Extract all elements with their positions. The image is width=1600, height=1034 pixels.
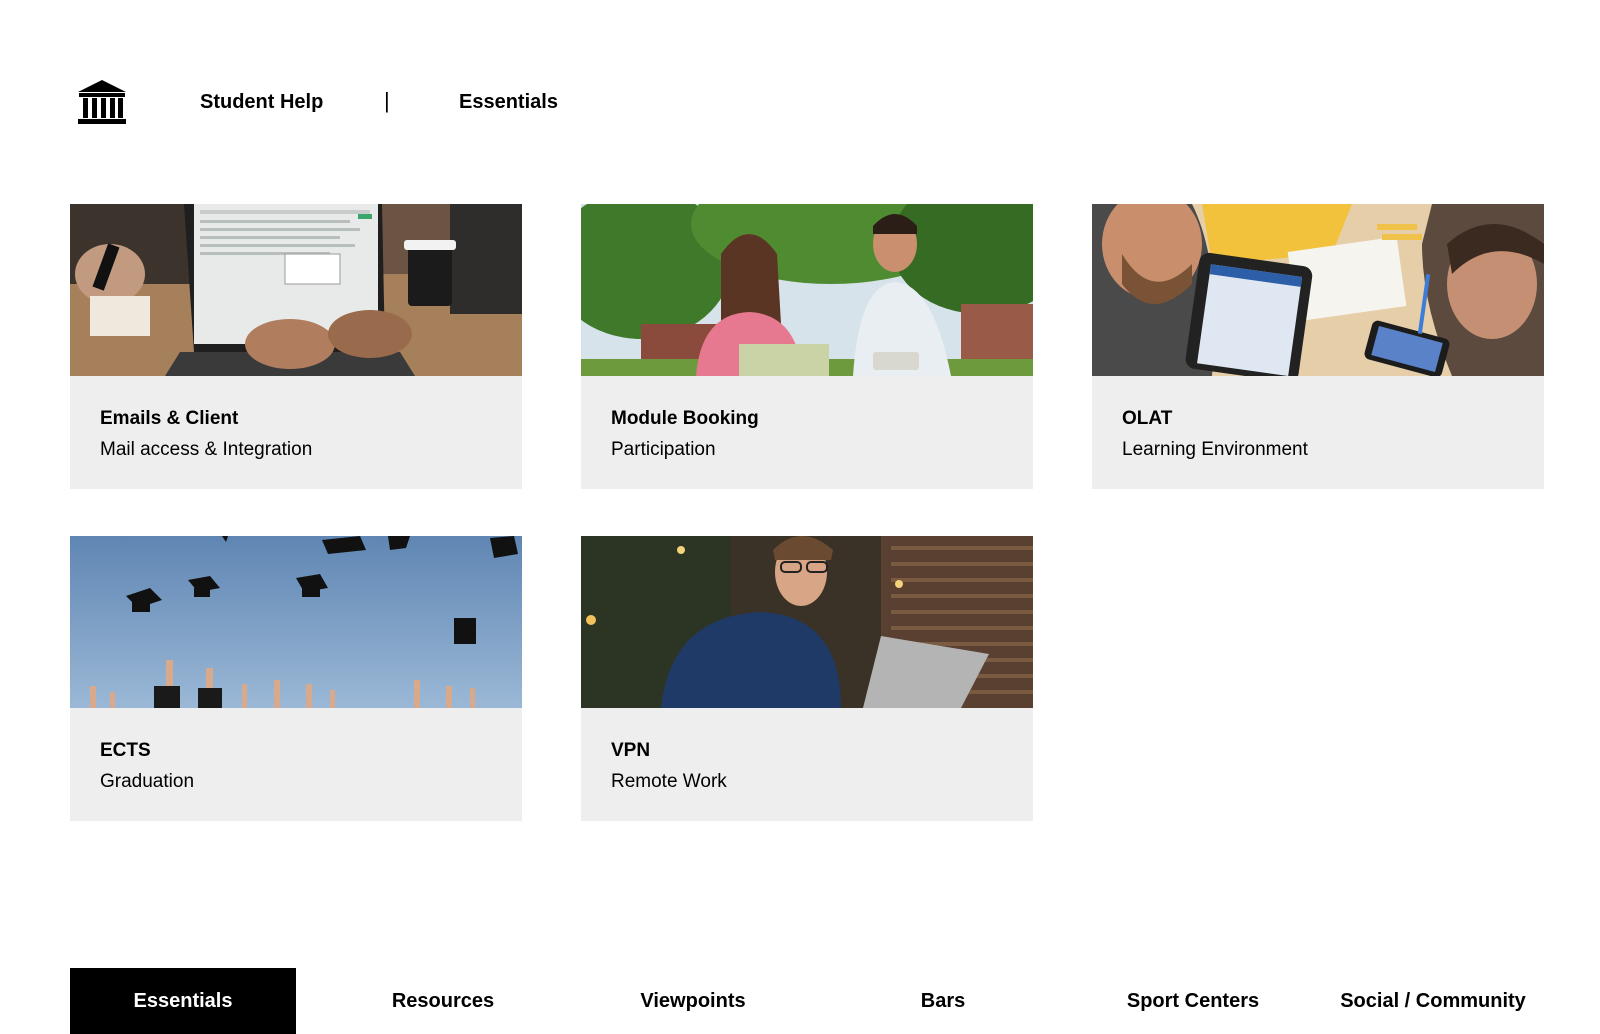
bottom-nav: Essentials Resources Viewpoints Bars Spo… [70,968,1546,1034]
card-subtitle: Learning Environment [1122,439,1308,460]
laptop-email-photo [70,204,522,376]
card-emails-client[interactable]: Emails & Client Mail access & Integratio… [70,204,522,489]
nav-tab-resources[interactable]: Resources [330,968,556,1034]
header-separator: | [384,88,390,113]
card-title: OLAT [1122,408,1173,429]
student-laptop-photo [581,536,1033,708]
graduation-caps-photo [70,536,522,708]
tablet-study-photo [1092,204,1544,376]
students-outdoor-photo [581,204,1033,376]
nav-tab-viewpoints[interactable]: Viewpoints [580,968,806,1034]
card-title: VPN [611,740,651,761]
card-olat[interactable]: OLAT Learning Environment [1092,204,1544,489]
card-vpn[interactable]: VPN Remote Work [581,536,1033,821]
card-title: Module Booking [611,408,759,429]
nav-tab-essentials[interactable]: Essentials [70,968,296,1034]
card-subtitle: Remote Work [611,771,727,792]
nav-tab-sport-centers[interactable]: Sport Centers [1080,968,1306,1034]
student-help-link[interactable]: Student Help [200,90,323,114]
university-building-icon[interactable] [76,78,128,126]
site-header [76,76,128,128]
card-subtitle: Participation [611,439,716,460]
card-ects[interactable]: ECTS Graduation [70,536,522,821]
card-title: ECTS [100,740,151,761]
essentials-link[interactable]: Essentials [459,90,558,114]
nav-tab-social-community[interactable]: Social / Community [1320,968,1546,1034]
card-title: Emails & Client [100,408,239,429]
card-module-booking[interactable]: Module Booking Participation [581,204,1033,489]
card-subtitle: Mail access & Integration [100,439,313,460]
nav-tab-bars[interactable]: Bars [830,968,1056,1034]
card-subtitle: Graduation [100,771,195,792]
